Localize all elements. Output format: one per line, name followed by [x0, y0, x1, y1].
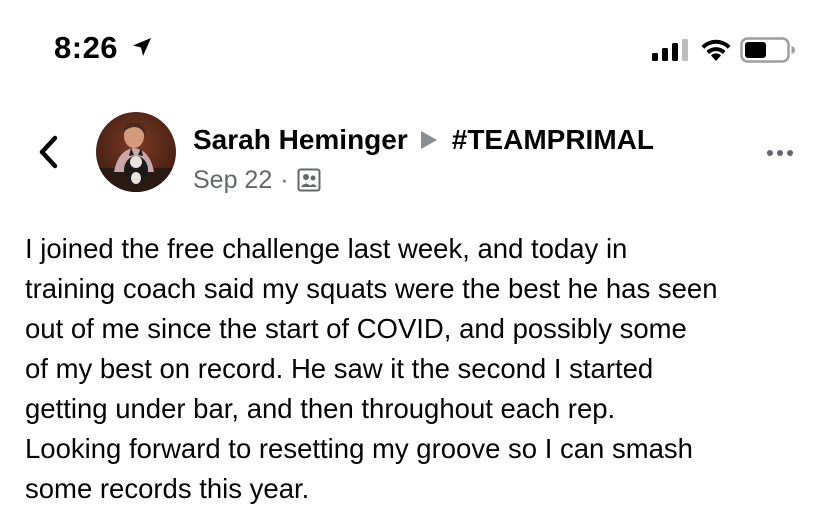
- signal-icon: [652, 39, 688, 61]
- more-dot-icon: [787, 150, 793, 156]
- play-arrow-icon: [420, 130, 438, 150]
- screen: 8:26 Sarah Heminger #TEAMPRIMAL Sep 22 ·…: [0, 0, 828, 528]
- status-time: 8:26: [54, 30, 119, 65]
- battery-icon: [740, 37, 795, 63]
- post-header-title: Sarah Heminger #TEAMPRIMAL: [193, 122, 654, 158]
- back-button[interactable]: [30, 132, 66, 172]
- more-dot-icon: [767, 150, 773, 156]
- wifi-icon: [701, 39, 731, 61]
- post-meta: Sep 22 ·: [193, 164, 321, 196]
- author-name[interactable]: Sarah Heminger: [193, 124, 408, 156]
- avatar[interactable]: [96, 112, 176, 192]
- meta-separator: ·: [280, 165, 289, 194]
- post-body-text: I joined the free challenge last week, a…: [25, 233, 718, 504]
- chevron-left-icon: [39, 135, 58, 169]
- group-audience-icon: [297, 168, 321, 192]
- more-options-button[interactable]: [758, 140, 802, 166]
- post-date[interactable]: Sep 22: [193, 166, 272, 195]
- more-dot-icon: [777, 150, 783, 156]
- profile-photo-icon: [96, 112, 176, 192]
- group-name[interactable]: #TEAMPRIMAL: [452, 124, 654, 156]
- location-arrow-icon: [133, 38, 151, 56]
